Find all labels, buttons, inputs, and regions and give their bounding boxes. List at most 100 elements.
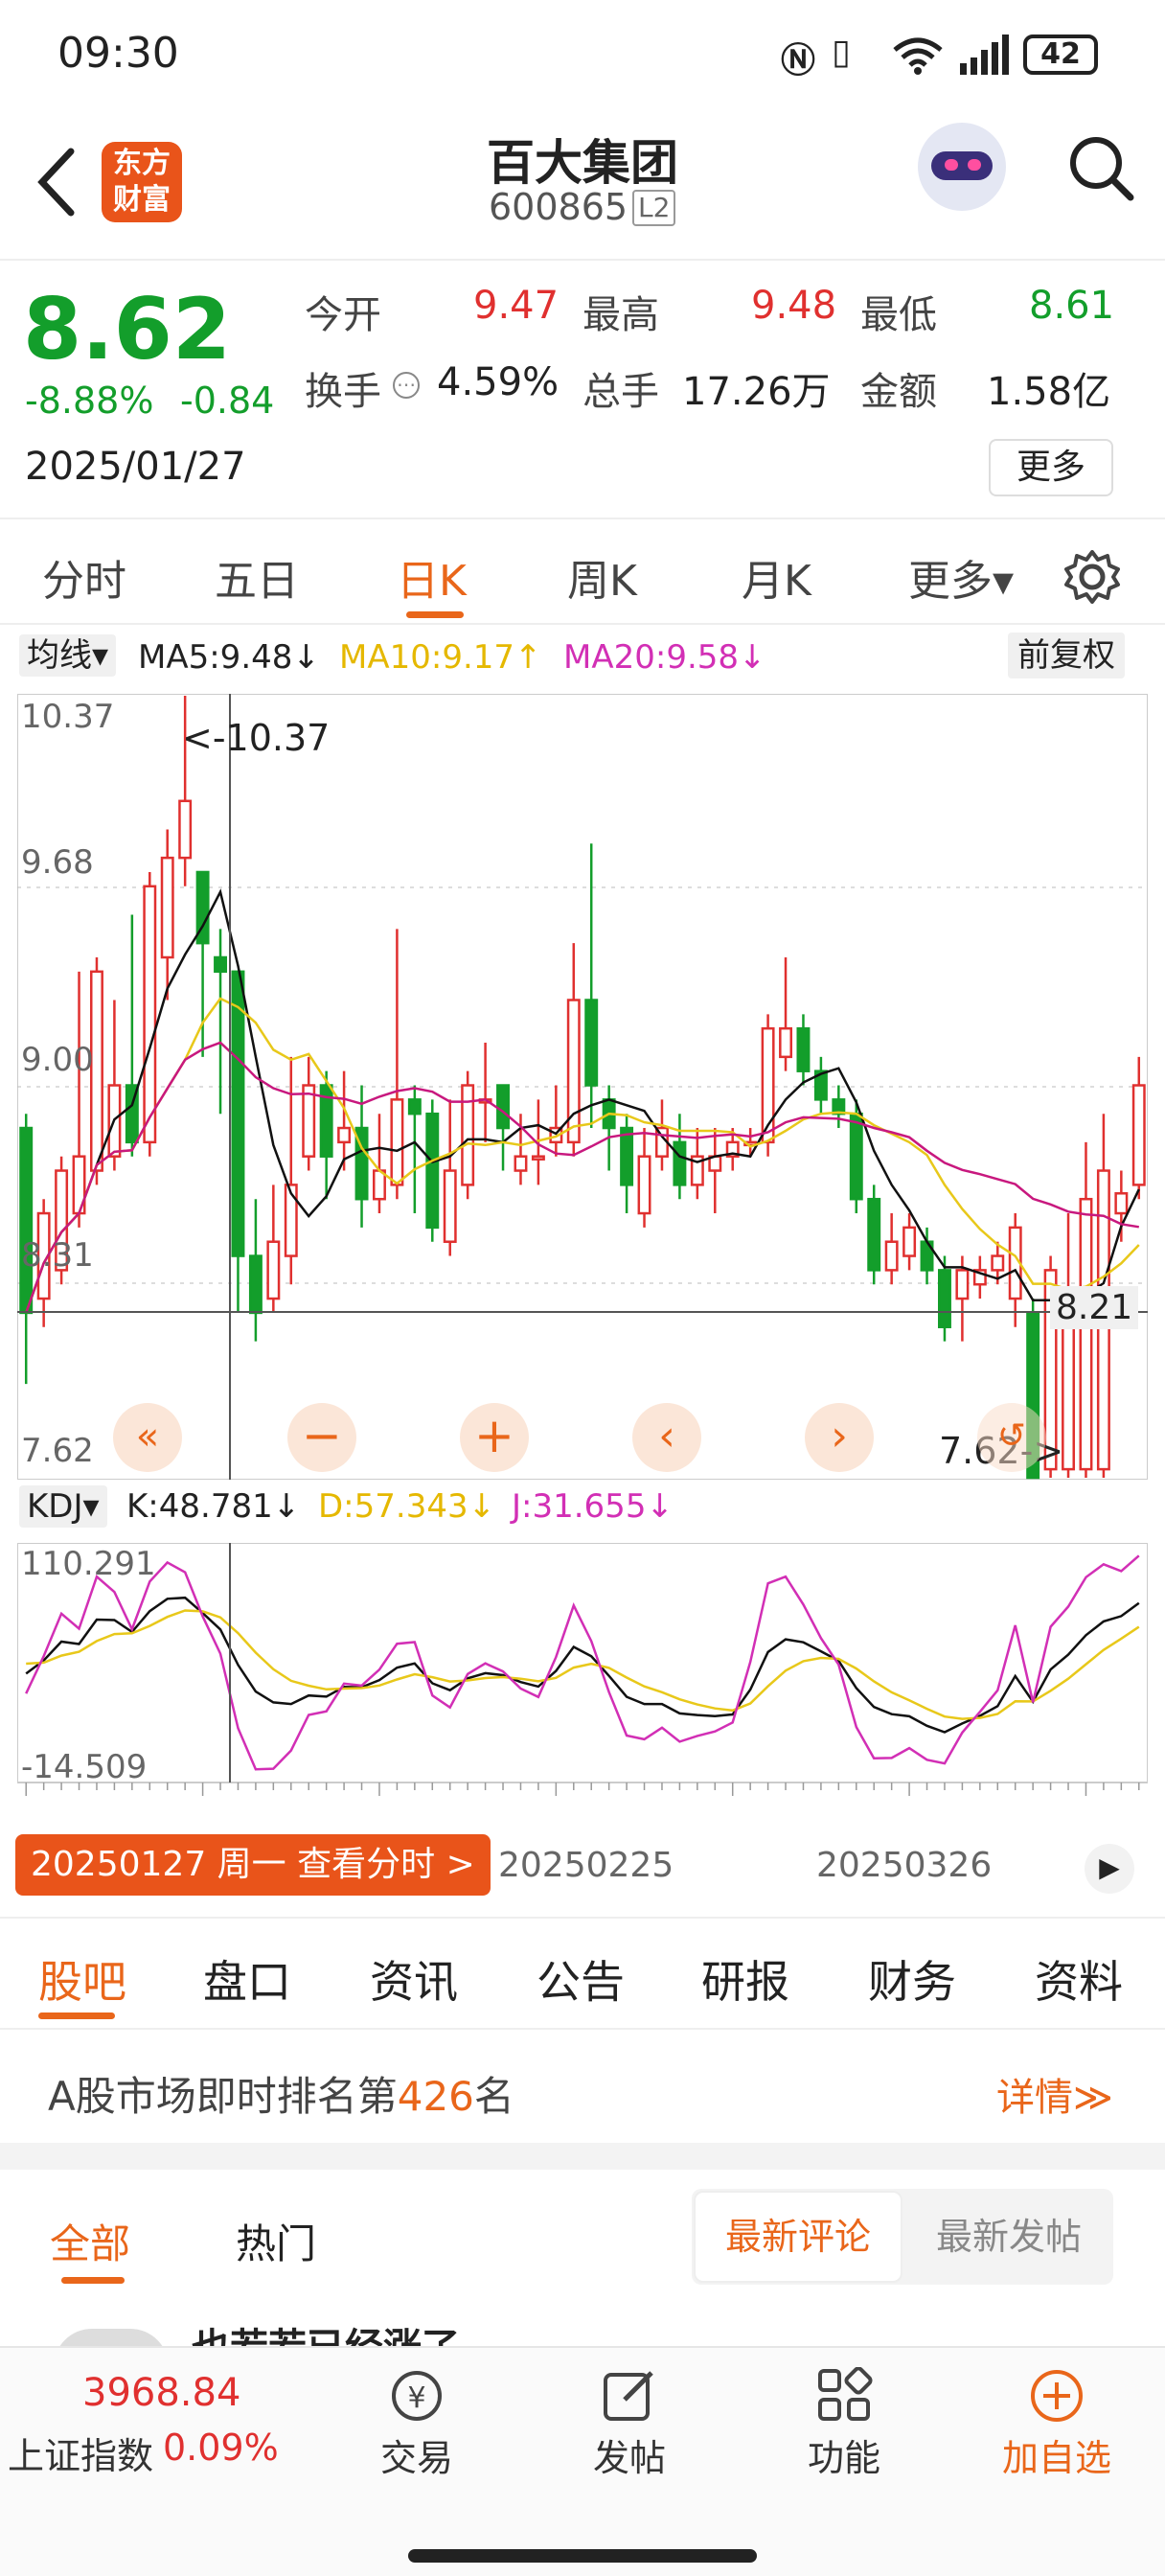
index-name[interactable]: 上证指数 <box>8 2426 153 2479</box>
info-icon[interactable]: ⋯ <box>393 372 420 399</box>
adjust-select[interactable]: 前复权 <box>1008 632 1125 678</box>
candle-body <box>425 1112 440 1230</box>
candle-body <box>955 1269 970 1300</box>
tab-news[interactable]: 资讯 <box>370 1947 458 2011</box>
market-rank-row[interactable]: A股市场即时排名第426名 详情≫ <box>0 2030 1165 2143</box>
search-icon[interactable] <box>1065 132 1136 203</box>
grid-icon <box>818 2366 873 2421</box>
tab-five-day[interactable]: 五日 <box>215 546 299 608</box>
ma10-line <box>25 997 1140 1314</box>
candle-body <box>1131 1084 1146 1186</box>
status-bar: 09:30 Ⓝ ▯ 42 <box>0 0 1165 105</box>
nav-trade-label: 交易 <box>379 2437 453 2479</box>
ma5-legend: MA5:9.48↓ <box>138 638 320 677</box>
nav-post[interactable]: 发帖 <box>558 2367 701 2481</box>
candle-body <box>284 1184 298 1257</box>
home-indicator[interactable] <box>408 2549 757 2563</box>
tab-profile[interactable]: 资料 <box>1035 1947 1123 2011</box>
zoom-in-icon[interactable]: + <box>460 1403 529 1472</box>
price-axis-label-3: 9.00 <box>21 1041 94 1079</box>
period-tabs: 分时 五日 日K 周K 月K 更多▾ <box>0 518 1165 625</box>
candle-body <box>266 1240 281 1300</box>
tab-guba[interactable]: 股吧 <box>38 1947 126 2011</box>
ma10-legend: MA10:9.17↑ <box>339 638 542 677</box>
kdj-plot[interactable] <box>17 1543 1148 1821</box>
candle-body <box>143 885 157 1144</box>
wifi-icon <box>893 37 943 75</box>
scroll-right-icon[interactable]: › <box>805 1403 874 1472</box>
low-label: 最低 <box>860 293 937 337</box>
stock-code: 600865 <box>489 186 628 228</box>
assistant-robot-avatar[interactable] <box>918 123 1006 211</box>
kline-chart-area: 均线▾ MA5:9.48↓ MA10:9.17↑ MA20:9.58↓ 前复权 … <box>0 625 1165 1915</box>
tab-announcements[interactable]: 公告 <box>537 1947 625 2011</box>
tab-weekly-k[interactable]: 周K <box>567 546 637 608</box>
low-value: 8.61 <box>1029 284 1115 328</box>
candle-body <box>514 1155 528 1172</box>
price-axis-label-2: 9.68 <box>21 843 94 882</box>
index-value[interactable]: 3968.84 <box>82 2371 240 2415</box>
candle-body <box>390 1098 404 1186</box>
candle-body <box>867 1197 881 1272</box>
play-right-icon[interactable]: ▶ <box>1085 1844 1134 1894</box>
trade-icon: ¥ <box>392 2371 442 2421</box>
tab-intraday[interactable]: 分时 <box>42 546 126 608</box>
price-axis-label-1: 10.37 <box>21 698 115 736</box>
candle-body <box>407 1098 422 1116</box>
reset-icon[interactable]: ↺ <box>977 1403 1046 1472</box>
kdj-j-legend: J:31.655↓ <box>512 1487 674 1526</box>
ma20-legend: MA20:9.58↓ <box>563 638 766 677</box>
date-popup-button[interactable]: 20250127 周一 查看分时 > <box>15 1834 491 1896</box>
ma20-line <box>25 1041 1140 1314</box>
candle-body <box>443 1169 457 1243</box>
post-preview-title[interactable]: 也若若已经涨了 <box>192 2323 460 2346</box>
volume-label: 总手 <box>582 370 659 414</box>
nav-functions[interactable]: 功能 <box>772 2366 916 2481</box>
rank-suffix: 名 <box>473 2073 514 2120</box>
feed-tab-all[interactable]: 全部 <box>50 2212 130 2270</box>
edit-icon <box>604 2371 653 2421</box>
gear-icon[interactable] <box>1063 548 1121 606</box>
tab-pankou[interactable]: 盘口 <box>203 1947 291 2011</box>
latest-comment-button[interactable]: 最新评论 <box>694 2191 902 2283</box>
tab-daily-k[interactable]: 日K <box>397 546 467 608</box>
nav-trade[interactable]: ¥ 交易 <box>345 2367 489 2481</box>
candle-body <box>1114 1192 1129 1215</box>
rank-prefix: A股市场即时排名第 <box>48 2073 398 2120</box>
ma-lines-group <box>25 888 1140 1314</box>
rank-detail-link[interactable]: 详情≫ <box>996 2066 1113 2122</box>
quote-panel: 8.62 -8.88% -0.84 2025/01/27 今开 9.47 最高 … <box>0 259 1165 518</box>
candle-body <box>566 999 581 1144</box>
max-price-marker: <-10.37 <box>182 717 331 759</box>
kline-plot[interactable] <box>17 694 1148 1480</box>
more-button[interactable]: 更多 <box>989 439 1113 496</box>
latest-post-button[interactable]: 最新发帖 <box>906 2191 1111 2283</box>
scroll-far-left-icon[interactable]: « <box>113 1403 182 1472</box>
tab-finance[interactable]: 财务 <box>868 1947 956 2011</box>
nav-add-label: 加自选 <box>1001 2437 1111 2479</box>
candle-body <box>337 1126 352 1144</box>
tab-monthly-k[interactable]: 月K <box>742 546 811 608</box>
tab-research[interactable]: 研报 <box>701 1947 789 2011</box>
feed-tab-hot[interactable]: 热门 <box>236 2212 316 2270</box>
zoom-out-icon[interactable]: − <box>287 1403 356 1472</box>
date-axis-label-1: 20250225 <box>498 1846 674 1885</box>
kdj-select[interactable]: KDJ▾ <box>19 1485 107 1528</box>
rank-number: 426 <box>397 2073 474 2120</box>
scroll-left-icon[interactable]: ‹ <box>632 1403 701 1472</box>
signal-icon <box>960 34 1009 75</box>
crosshair-price-label: 8.21 <box>1050 1286 1139 1329</box>
price-axis-label-4: 8.31 <box>21 1236 94 1275</box>
candle-body <box>496 1084 510 1130</box>
ma-select[interactable]: 均线▾ <box>19 634 117 677</box>
section-divider <box>0 2143 1165 2170</box>
candle-body <box>248 1254 263 1315</box>
tab-more[interactable]: 更多▾ <box>908 546 1014 608</box>
nfc-icon: Ⓝ <box>781 41 816 80</box>
candle-body <box>849 1112 863 1201</box>
nav-add-watchlist[interactable]: 加自选 <box>985 2367 1129 2481</box>
status-time: 09:30 <box>57 29 179 78</box>
quote-date: 2025/01/27 <box>25 445 246 489</box>
amount-value: 1.58亿 <box>987 370 1111 414</box>
candle-body <box>884 1240 899 1272</box>
